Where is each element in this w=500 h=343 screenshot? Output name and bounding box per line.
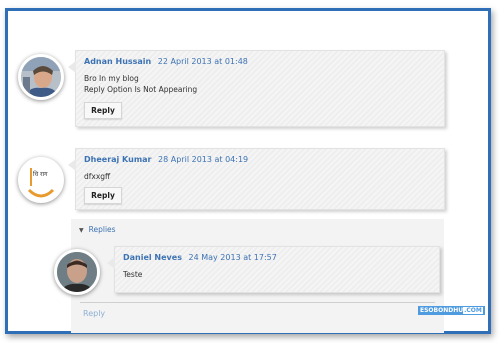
- watermark-logo: ESOBONDHU.COM: [418, 306, 485, 315]
- watermark-suffix: .COM: [463, 307, 483, 314]
- comment-section-frame: Adnan Hussain 22 April 2013 at 01:48 Bro…: [5, 8, 491, 334]
- comment-body: Bro In my blog Reply Option Is Not Appea…: [84, 73, 197, 95]
- watermark-main: ESOBONDHU: [420, 307, 464, 314]
- person-photo-icon: [21, 57, 61, 97]
- avatar-dheeraj-kumar[interactable]: धि राग: [18, 157, 64, 203]
- reply-button[interactable]: Reply: [84, 187, 122, 204]
- comment-date[interactable]: 22 April 2013 at 01:48: [158, 57, 248, 66]
- reply-comment-box: Daniel Neves 24 May 2013 at 17:57 Teste: [107, 246, 440, 293]
- replies-toggle-label: Replies: [88, 225, 116, 234]
- comment-date[interactable]: 24 May 2013 at 17:57: [189, 253, 277, 262]
- thread-divider: [80, 302, 435, 303]
- comment-box: Adnan Hussain 22 April 2013 at 01:48 Bro…: [68, 50, 445, 127]
- comment-body: dfxxgff: [84, 171, 110, 182]
- replies-toggle[interactable]: ▼ Replies: [79, 225, 116, 234]
- person-photo-icon: [57, 252, 97, 292]
- comment-box: Dheeraj Kumar 28 April 2013 at 04:19 dfx…: [68, 148, 445, 210]
- triangle-down-icon: ▼: [79, 227, 84, 234]
- comment-author[interactable]: Dheeraj Kumar: [84, 155, 152, 164]
- comment-header: Dheeraj Kumar 28 April 2013 at 04:19: [84, 155, 248, 164]
- reply-button[interactable]: Reply: [84, 102, 122, 119]
- comment-date[interactable]: 28 April 2013 at 04:19: [158, 155, 248, 164]
- avatar-daniel-neves[interactable]: [54, 249, 100, 295]
- comment-text-line: dfxxgff: [84, 172, 111, 181]
- avatar-adnan-hussain[interactable]: [18, 54, 64, 100]
- comment-header: Daniel Neves 24 May 2013 at 17:57: [123, 253, 277, 262]
- comment-text-line: Reply Option Is Not Appearing: [84, 85, 198, 94]
- comment-author[interactable]: Daniel Neves: [123, 253, 182, 262]
- comment-text-line: Bro In my blog: [84, 74, 139, 83]
- comment-author[interactable]: Adnan Hussain: [84, 57, 151, 66]
- reply-link[interactable]: Reply: [83, 309, 105, 318]
- comment-header: Adnan Hussain 22 April 2013 at 01:48: [84, 57, 248, 66]
- logo-avatar-icon: [21, 160, 61, 200]
- comment-body: Teste: [123, 269, 142, 280]
- avatar-text: धि राग: [33, 171, 48, 178]
- comment-text-line: Teste: [123, 270, 143, 279]
- replies-panel: ▼ Replies Daniel Neves 24 May 2013 at 17:…: [54, 219, 444, 333]
